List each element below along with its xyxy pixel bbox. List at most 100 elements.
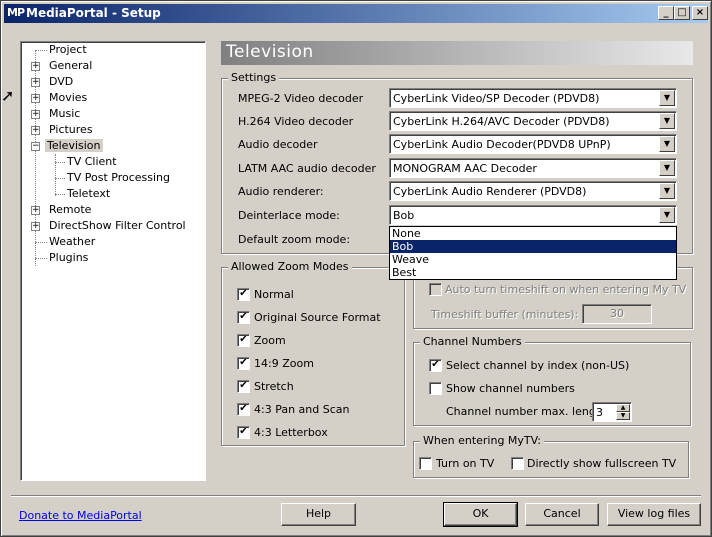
auto-timeshift-checkbox[interactable] xyxy=(429,283,442,296)
expand-icon[interactable]: + xyxy=(31,62,40,71)
zoom-original-checkbox[interactable]: ✔ xyxy=(237,311,250,324)
tree-guide-line xyxy=(55,178,65,179)
show-channel-numbers-checkbox[interactable] xyxy=(429,382,442,395)
chevron-down-icon[interactable]: ▼ xyxy=(659,136,675,152)
tree-item-project[interactable]: Project xyxy=(47,43,89,57)
zoom-normal-label: Normal xyxy=(254,288,294,301)
zoom-zoom-checkbox[interactable]: ✔ xyxy=(237,334,250,347)
settings-group-title: Settings xyxy=(228,71,280,84)
tree-guide-line xyxy=(55,154,56,196)
tree-item-teletext[interactable]: Teletext xyxy=(65,187,112,201)
zoom-pan-scan-checkbox[interactable]: ✔ xyxy=(237,403,250,416)
chevron-down-icon[interactable]: ▼ xyxy=(659,183,675,199)
chevron-down-icon[interactable]: ▼ xyxy=(659,113,675,129)
zoom-14-9-label: 14:9 Zoom xyxy=(254,357,314,370)
chevron-down-icon[interactable]: ▼ xyxy=(659,160,675,176)
tree-item-label: Movies xyxy=(49,91,88,104)
turn-on-tv-checkbox[interactable] xyxy=(419,457,432,470)
audio-renderer-label: Audio renderer: xyxy=(238,185,324,198)
tree-item-plugins[interactable]: Plugins xyxy=(47,251,90,265)
latm-aac-decoder-value: MONOGRAM AAC Decoder xyxy=(393,162,537,175)
section-tree[interactable]: Project + General + DVD + Movies + Music… xyxy=(20,41,206,481)
zoom-stretch-checkbox[interactable]: ✔ xyxy=(237,380,250,393)
dropdown-option-bob[interactable]: Bob xyxy=(390,240,676,253)
tree-guide-line xyxy=(55,194,65,195)
stepper-down-icon[interactable]: ▼ xyxy=(616,412,630,420)
tree-item-directshow-filter-control[interactable]: DirectShow Filter Control xyxy=(47,219,188,233)
donate-link[interactable]: Donate to MediaPortal xyxy=(19,509,142,522)
timeshift-buffer-label: Timeshift buffer (minutes): xyxy=(431,308,579,321)
tree-item-tv-post-processing[interactable]: TV Post Processing xyxy=(65,171,172,185)
channel-max-length-stepper[interactable]: 3 ▲ ▼ xyxy=(592,402,632,422)
tree-item-television[interactable]: Television xyxy=(45,139,103,153)
tree-item-label: DVD xyxy=(49,75,74,88)
deinterlace-options-list[interactable]: None Bob Weave Best xyxy=(389,226,677,280)
page-title: Television xyxy=(221,41,693,65)
expand-icon[interactable]: + xyxy=(31,206,40,215)
latm-aac-decoder-select[interactable]: MONOGRAM AAC Decoder ▼ xyxy=(389,158,677,178)
channel-numbers-group-title: Channel Numbers xyxy=(420,335,525,348)
zoom-letterbox-checkbox[interactable]: ✔ xyxy=(237,426,250,439)
tree-item-remote[interactable]: Remote xyxy=(47,203,93,217)
tree-item-weather[interactable]: Weather xyxy=(47,235,97,249)
tree-item-tv-client[interactable]: TV Client xyxy=(65,155,119,169)
expand-icon[interactable]: + xyxy=(31,78,40,87)
stepper-up-icon[interactable]: ▲ xyxy=(616,404,630,412)
zoom-pan-scan-label: 4:3 Pan and Scan xyxy=(254,403,350,416)
tree-item-pictures[interactable]: Pictures xyxy=(47,123,95,137)
tree-item-label: DirectShow Filter Control xyxy=(49,219,186,232)
expand-icon[interactable]: + xyxy=(31,126,40,135)
audio-renderer-select[interactable]: CyberLink Audio Renderer (PDVD8) ▼ xyxy=(389,181,677,201)
zoom-original-label: Original Source Format xyxy=(254,311,381,324)
deinterlace-mode-label: Deinterlace mode: xyxy=(238,209,340,222)
chevron-down-icon[interactable]: ▼ xyxy=(659,90,675,106)
title-bar[interactable]: MP MediaPortal - Setup _ □ × xyxy=(4,4,708,23)
entering-mytv-group-title: When entering MyTV: xyxy=(420,434,544,447)
tree-item-label: Music xyxy=(49,107,81,120)
turn-on-tv-label: Turn on TV xyxy=(436,457,495,470)
tree-item-label: Plugins xyxy=(49,251,89,264)
zoom-normal-checkbox[interactable]: ✔ xyxy=(237,288,250,301)
help-button[interactable]: Help xyxy=(281,503,356,526)
select-by-index-checkbox[interactable]: ✔ xyxy=(429,359,442,372)
zoom-stretch-label: Stretch xyxy=(254,380,294,393)
h264-decoder-select[interactable]: CyberLink H.264/AVC Decoder (PDVD8) ▼ xyxy=(389,111,677,131)
tree-item-dvd[interactable]: DVD xyxy=(47,75,75,89)
collapse-icon[interactable]: − xyxy=(31,142,40,151)
audio-decoder-select[interactable]: CyberLink Audio Decoder(PDVD8 UPnP) ▼ xyxy=(389,134,677,154)
tree-guide-line xyxy=(35,242,47,243)
tree-item-general[interactable]: General xyxy=(47,59,94,73)
deinterlace-mode-select[interactable]: Bob ▼ xyxy=(389,205,677,225)
audio-decoder-value: CyberLink Audio Decoder(PDVD8 UPnP) xyxy=(393,138,611,151)
tree-guide-line xyxy=(35,50,47,51)
dropdown-option-weave[interactable]: Weave xyxy=(390,253,676,266)
expand-icon[interactable]: + xyxy=(31,94,40,103)
tree-item-label: Teletext xyxy=(67,187,111,200)
view-log-files-button[interactable]: View log files xyxy=(607,503,701,526)
show-channel-numbers-label: Show channel numbers xyxy=(446,382,575,395)
fullscreen-tv-checkbox[interactable] xyxy=(511,457,524,470)
minimize-button[interactable]: _ xyxy=(658,6,674,20)
select-by-index-label: Select channel by index (non-US) xyxy=(446,359,630,372)
zoom-zoom-label: Zoom xyxy=(254,334,286,347)
tree-item-music[interactable]: Music xyxy=(47,107,82,121)
auto-timeshift-label: Auto turn timeshift on when entering My … xyxy=(445,283,687,296)
timeshift-buffer-input[interactable]: 30 xyxy=(582,304,652,324)
dropdown-option-best[interactable]: Best xyxy=(390,266,676,279)
tree-item-label: TV Client xyxy=(67,155,117,168)
mpeg2-decoder-select[interactable]: CyberLink Video/SP Decoder (PDVD8) ▼ xyxy=(389,88,677,108)
expand-icon[interactable]: + xyxy=(31,222,40,231)
maximize-button[interactable]: □ xyxy=(674,6,690,20)
latm-aac-decoder-label: LATM AAC audio decoder xyxy=(238,162,376,175)
close-button[interactable]: × xyxy=(692,6,708,20)
ok-button[interactable]: OK xyxy=(443,502,518,527)
cancel-button[interactable]: Cancel xyxy=(525,503,599,526)
tree-guide-line xyxy=(55,162,65,163)
chevron-down-icon[interactable]: ▼ xyxy=(659,207,675,223)
h264-decoder-label: H.264 Video decoder xyxy=(238,115,354,128)
expand-icon[interactable]: + xyxy=(31,110,40,119)
tree-item-movies[interactable]: Movies xyxy=(47,91,89,105)
window-title: MediaPortal - Setup xyxy=(26,6,161,20)
dropdown-option-none[interactable]: None xyxy=(390,227,676,240)
zoom-14-9-checkbox[interactable]: ✔ xyxy=(237,357,250,370)
